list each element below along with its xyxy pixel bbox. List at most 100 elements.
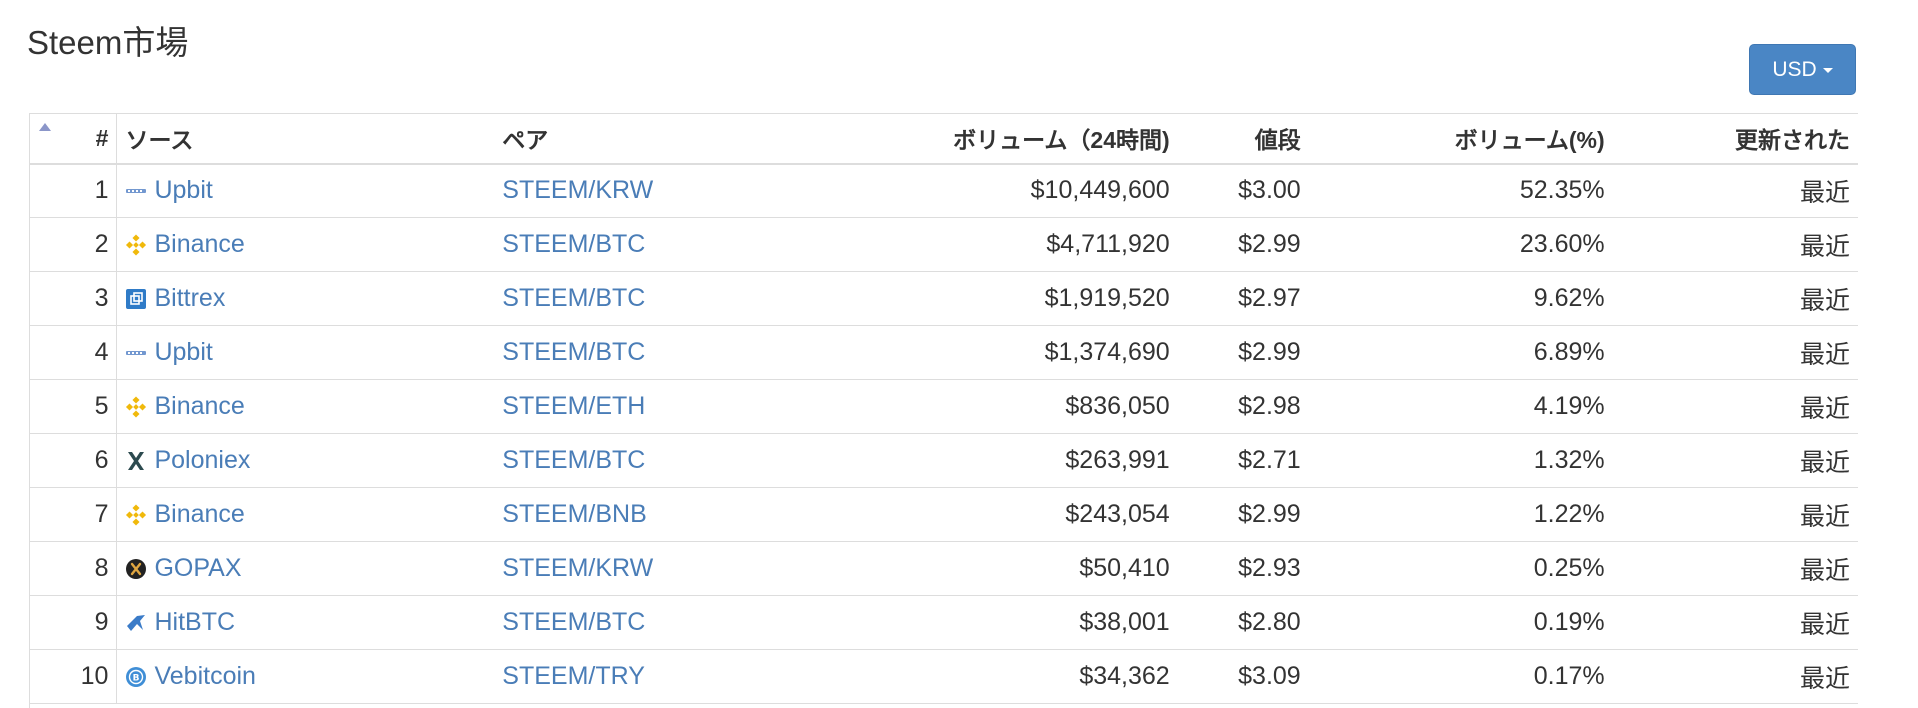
header-pair[interactable]: ペア <box>494 114 884 164</box>
pair-link[interactable]: STEEM/BTC <box>502 446 645 474</box>
pair-cell: STEEM/ETH <box>494 380 884 434</box>
source-link[interactable]: Upbit <box>154 176 212 205</box>
pair-cell: STEEM/KRW <box>494 542 884 596</box>
table-body: 1 Upbit STEEM/KRW $10,449,600 $3.00 52.3… <box>30 163 1858 704</box>
pair-link[interactable]: STEEM/BTC <box>502 608 645 636</box>
source-link[interactable]: HitBTC <box>154 608 235 637</box>
price-cell: $3.09 <box>1238 662 1301 690</box>
pair-link[interactable]: STEEM/BTC <box>502 284 645 312</box>
pair-link[interactable]: STEEM/BTC <box>502 230 645 258</box>
pair-cell: STEEM/BTC <box>494 326 884 380</box>
updated-cell: 最近 <box>1799 178 1850 207</box>
updated-cell: 最近 <box>1799 664 1850 693</box>
source-cell: Upbit <box>117 326 494 380</box>
source-cell: Poloniex <box>117 434 494 488</box>
source-link[interactable]: Binance <box>154 500 244 529</box>
volume-cell: $34,362 <box>1079 662 1170 690</box>
table-header-row: # ソース ペア ボリューム（24時間) 値段 ボリューム(%) 更新された <box>30 113 1858 164</box>
updated-cell: 最近 <box>1799 394 1850 423</box>
source-cell: HitBTC <box>117 596 494 650</box>
row-spacer <box>30 164 68 218</box>
row-number: 9 <box>67 595 118 650</box>
binance-icon[interactable] <box>125 503 147 526</box>
source-link[interactable]: GOPAX <box>154 554 241 583</box>
volume-pct-cell: 0.19% <box>1533 608 1605 636</box>
volume-pct-cell: 0.25% <box>1533 554 1605 582</box>
source-link[interactable]: Binance <box>154 392 244 421</box>
svg-text:B: B <box>133 673 140 683</box>
pair-link[interactable]: STEEM/TRY <box>502 662 645 690</box>
pair-cell: STEEM/BTC <box>494 218 884 272</box>
row-spacer <box>30 272 68 326</box>
bittrex-icon[interactable] <box>125 288 147 310</box>
source-link[interactable]: Vebitcoin <box>154 662 255 691</box>
source-cell: Binance <box>117 488 494 542</box>
header-source[interactable]: ソース <box>117 114 494 164</box>
row-spacer <box>30 218 68 272</box>
hitbtc-icon[interactable] <box>125 612 147 634</box>
volume-cell: $4,711,920 <box>1046 230 1170 258</box>
source-link[interactable]: Bittrex <box>154 284 225 313</box>
row-number: 6 <box>67 433 118 488</box>
upbit-icon[interactable] <box>125 180 147 202</box>
currency-dropdown-button[interactable]: USD <box>1749 44 1856 95</box>
binance-icon[interactable] <box>125 395 147 418</box>
volume-pct-cell: 6.89% <box>1533 338 1605 366</box>
header-volume-pct[interactable]: ボリューム(%) <box>1309 114 1613 164</box>
price-cell: $2.80 <box>1238 608 1301 636</box>
volume-cell: $10,449,600 <box>1030 176 1170 205</box>
table-row: 3 Bittrex STEEM/BTC $1,919,520 $2.97 9.6… <box>30 271 1858 326</box>
gopax-icon[interactable] <box>125 558 147 580</box>
row-number: 8 <box>67 541 118 596</box>
row-number: 1 <box>67 163 118 218</box>
price-cell: $2.99 <box>1238 500 1301 528</box>
volume-pct-cell: 1.32% <box>1533 446 1605 474</box>
pair-link[interactable]: STEEM/KRW <box>502 554 653 582</box>
pair-cell: STEEM/TRY <box>494 650 884 704</box>
source-cell: B Vebitcoin <box>117 650 494 704</box>
table-row: 1 Upbit STEEM/KRW $10,449,600 $3.00 52.3… <box>30 163 1858 218</box>
volume-pct-cell: 0.17% <box>1533 662 1605 690</box>
pair-link[interactable]: STEEM/ETH <box>502 392 645 420</box>
source-link[interactable]: Upbit <box>154 338 212 367</box>
row-number: 4 <box>67 325 118 380</box>
page-title: Steem市場 <box>27 24 189 61</box>
row-spacer <box>30 434 68 488</box>
updated-cell: 最近 <box>1799 556 1850 585</box>
header-updated[interactable]: 更新された <box>1613 114 1858 164</box>
updated-cell: 最近 <box>1799 286 1850 315</box>
header-volume[interactable]: ボリューム（24時間) <box>884 114 1177 164</box>
table-row: 6 Poloniex STEEM/BTC $263,991 $2.71 1.32… <box>30 433 1858 488</box>
markets-table-container: # ソース ペア ボリューム（24時間) 値段 ボリューム(%) 更新された 1… <box>29 113 1858 708</box>
updated-cell: 最近 <box>1799 502 1850 531</box>
source-link[interactable]: Poloniex <box>154 446 250 475</box>
vebitcoin-icon[interactable]: B <box>125 666 147 688</box>
table-row: 9 HitBTC STEEM/BTC $38,001 $2.80 0.19% 最… <box>30 595 1858 650</box>
poloniex-icon[interactable] <box>125 450 147 472</box>
table-row: 7 Binance STEEM/BNB $243,054 $2.99 1.22%… <box>30 487 1858 542</box>
header-num[interactable]: # <box>67 113 118 164</box>
markets-table: # ソース ペア ボリューム（24時間) 値段 ボリューム(%) 更新された 1… <box>30 113 1858 704</box>
row-spacer <box>30 380 68 434</box>
header-price[interactable]: 値段 <box>1178 114 1309 164</box>
pair-link[interactable]: STEEM/BTC <box>502 338 645 366</box>
table-row: 4 Upbit STEEM/BTC $1,374,690 $2.99 6.89%… <box>30 325 1858 380</box>
volume-cell: $263,991 <box>1065 446 1170 474</box>
pair-link[interactable]: STEEM/BNB <box>502 500 646 528</box>
table-row: 8 GOPAX STEEM/KRW $50,410 $2.93 0.25% 最近 <box>30 541 1858 596</box>
row-spacer <box>30 488 68 542</box>
volume-pct-cell: 1.22% <box>1533 500 1605 528</box>
sort-ascending-icon[interactable] <box>39 123 51 132</box>
sort-header[interactable] <box>30 114 68 164</box>
row-number: 7 <box>67 487 118 542</box>
pair-link[interactable]: STEEM/KRW <box>502 176 653 204</box>
row-number: 10 <box>67 649 118 704</box>
binance-icon[interactable] <box>125 233 147 256</box>
volume-cell: $836,050 <box>1065 392 1170 420</box>
price-cell: $2.99 <box>1238 230 1301 258</box>
volume-pct-cell: 52.35% <box>1519 176 1605 205</box>
source-link[interactable]: Binance <box>154 230 244 259</box>
upbit-icon[interactable] <box>125 342 147 364</box>
table-row: 5 Binance STEEM/ETH $836,050 $2.98 4.19%… <box>30 379 1858 434</box>
source-cell: GOPAX <box>117 542 494 596</box>
